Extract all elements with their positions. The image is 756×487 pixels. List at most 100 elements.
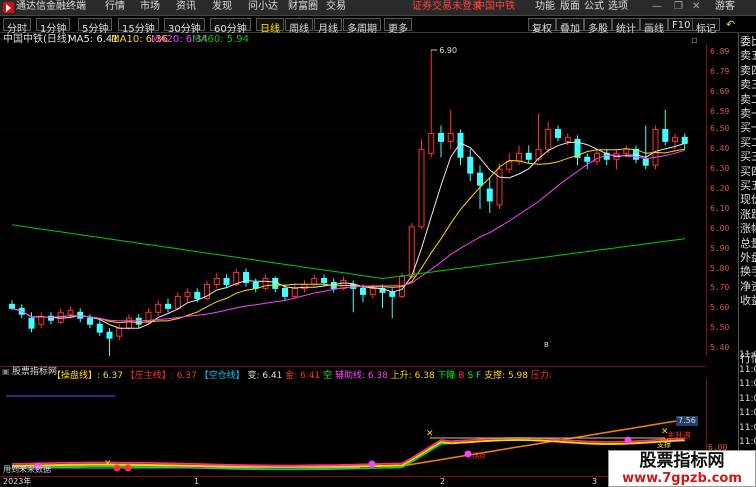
candle-body bbox=[96, 323, 103, 333]
sidebar-row-5: 卖一 bbox=[740, 107, 756, 120]
tool-stats[interactable]: 统计 bbox=[612, 18, 640, 35]
menu-item-quotes[interactable]: 行情 bbox=[105, 2, 125, 12]
date-axis bbox=[0, 476, 706, 487]
sidebar-row-15: 外盘 bbox=[740, 251, 756, 264]
candle-body bbox=[477, 172, 483, 186]
menu-right-layout[interactable]: 版面 bbox=[560, 2, 580, 12]
price-axis: 6.89 6.79 6.69 6.59 6.50 6.40 6.30 6.20 6.10 6.00… bbox=[706, 44, 738, 356]
sidebar-row-18: 收益 bbox=[740, 294, 756, 308]
menu-item-ask[interactable]: 问小达 bbox=[248, 2, 278, 12]
price-tick: 6.79 bbox=[710, 66, 730, 76]
logo-icon bbox=[3, 2, 14, 13]
sidebar-row-12: 涨跌 bbox=[740, 207, 756, 221]
candle-body bbox=[38, 315, 45, 325]
tool-overlay[interactable]: 叠加 bbox=[556, 18, 584, 35]
period-tab-1min[interactable]: 1分钟 bbox=[36, 18, 71, 35]
high-price-label: 6.90 bbox=[439, 46, 457, 55]
indicator-settings-icon[interactable]: ▣ bbox=[2, 368, 10, 376]
candle-body bbox=[126, 317, 132, 329]
candle-body bbox=[525, 152, 532, 160]
period-tab-15min[interactable]: 15分钟 bbox=[118, 18, 159, 35]
tool-multi-stock[interactable]: 多股 bbox=[584, 18, 612, 35]
future-data-note: 用到未来数据 bbox=[3, 465, 51, 474]
period-tab-60min[interactable]: 60分钟 bbox=[210, 18, 251, 35]
tool-mark[interactable]: 标记 bbox=[692, 18, 720, 35]
candle-body bbox=[282, 287, 288, 297]
support-tag: 支撑 bbox=[657, 441, 671, 449]
price-tick: 5.90 bbox=[710, 243, 730, 253]
candle-body bbox=[408, 226, 415, 278]
period-tab-timeshare[interactable]: 分时 bbox=[3, 18, 31, 35]
indicator-values: 【操盘线】: 6.37 【庄主线】: 6.37 【空仓线】 变: 6.41 金:… bbox=[52, 368, 552, 381]
menu-right-options[interactable]: 选项 bbox=[608, 2, 628, 12]
candle-body bbox=[545, 128, 552, 150]
signal-marker bbox=[624, 436, 632, 444]
menu-item-discover[interactable]: 发现 bbox=[212, 2, 232, 12]
inflection-tag: 拐点 bbox=[472, 452, 486, 460]
period-tab-more[interactable]: 更多 bbox=[384, 18, 412, 35]
price-tick: 6.89 bbox=[710, 46, 730, 56]
menu-item-market[interactable]: 市场 bbox=[140, 2, 160, 12]
menu-item-news[interactable]: 资讯 bbox=[176, 2, 196, 12]
candle-body bbox=[311, 277, 318, 285]
watermark: 股票指标网 www.7gpzb.com bbox=[608, 450, 756, 487]
period-tab-daily[interactable]: 日线 bbox=[256, 18, 284, 35]
guest-label[interactable]: 游客 bbox=[715, 2, 735, 12]
cross-marker: ✕ bbox=[104, 459, 112, 469]
cross-marker: ✕ bbox=[426, 429, 434, 439]
candle-body bbox=[174, 295, 181, 309]
period-tab-multi[interactable]: 多周期 bbox=[343, 18, 381, 35]
signal-marker bbox=[124, 464, 132, 472]
login-status[interactable]: 证券交易未登录 bbox=[412, 2, 482, 12]
menu-item-trade[interactable]: 交易 bbox=[326, 2, 346, 12]
candle-body bbox=[155, 303, 162, 313]
sidebar-row-16: 换手 bbox=[740, 265, 756, 279]
candle-body bbox=[584, 156, 591, 162]
sidebar-row-17: 净资 bbox=[740, 279, 756, 293]
stock-tab[interactable]: 中国中铁 bbox=[475, 2, 515, 12]
app-title: 通达信金融终端 bbox=[16, 1, 86, 12]
indicator-name[interactable]: 股票指标网 bbox=[12, 368, 57, 377]
trade-time-0: 11:02 bbox=[739, 350, 756, 360]
menu-item-wealth[interactable]: 财富圈 bbox=[288, 2, 318, 12]
candle-body bbox=[321, 277, 327, 283]
price-tick: 6.20 bbox=[710, 184, 730, 194]
candle-body bbox=[369, 287, 376, 295]
sidebar-row-14: 总量 bbox=[740, 236, 756, 250]
minimize-icon[interactable]: — bbox=[652, 2, 662, 12]
trade-time-2: 11:02 bbox=[739, 379, 756, 389]
quote-sidebar: 委比卖五卖四卖三卖二卖一买一买二买三买四买五现价涨跌涨幅总量外盘换手净资收益行情… bbox=[738, 33, 756, 487]
price-tick: 6.10 bbox=[710, 203, 730, 213]
signal-marker bbox=[113, 464, 121, 472]
tool-draw[interactable]: 画线 bbox=[640, 18, 668, 35]
close-icon[interactable]: ✕ bbox=[692, 2, 700, 12]
candle-body bbox=[194, 291, 201, 299]
price-tick: 5.80 bbox=[710, 263, 730, 273]
candle-body bbox=[623, 148, 630, 154]
period-tab-monthly[interactable]: 月线 bbox=[314, 18, 342, 35]
tool-adjust[interactable]: 复权 bbox=[528, 18, 556, 35]
candle-body bbox=[428, 132, 435, 154]
tool-f10[interactable]: F10 bbox=[668, 18, 695, 31]
ma5-line bbox=[11, 141, 685, 329]
sidebar-row-2: 卖四 bbox=[740, 63, 756, 77]
candle-body bbox=[116, 327, 123, 337]
candle-body bbox=[496, 168, 503, 206]
trade-time-5: 11:02 bbox=[739, 422, 756, 433]
period-tab-weekly[interactable]: 周线 bbox=[285, 18, 313, 35]
candle-body bbox=[213, 277, 220, 285]
indicator-chart[interactable]: ✕✕ ✕ bbox=[0, 378, 706, 474]
period-tab-5min[interactable]: 5分钟 bbox=[78, 18, 113, 35]
menu-right-formula[interactable]: 公式 bbox=[584, 2, 604, 12]
candle-body bbox=[535, 148, 542, 160]
candle-body bbox=[223, 277, 230, 285]
candle-body bbox=[389, 291, 396, 297]
menu-right-function[interactable]: 功能 bbox=[535, 2, 555, 12]
back-icon[interactable]: ↶ bbox=[726, 19, 735, 30]
candle-body bbox=[438, 132, 444, 142]
restore-icon[interactable]: ❐ bbox=[674, 2, 683, 12]
candle-body bbox=[516, 152, 522, 162]
period-tab-30min[interactable]: 30分钟 bbox=[164, 18, 205, 35]
kline-chart[interactable]: 6.905.35B bbox=[0, 44, 706, 356]
year-label: 2023年 bbox=[3, 477, 32, 486]
